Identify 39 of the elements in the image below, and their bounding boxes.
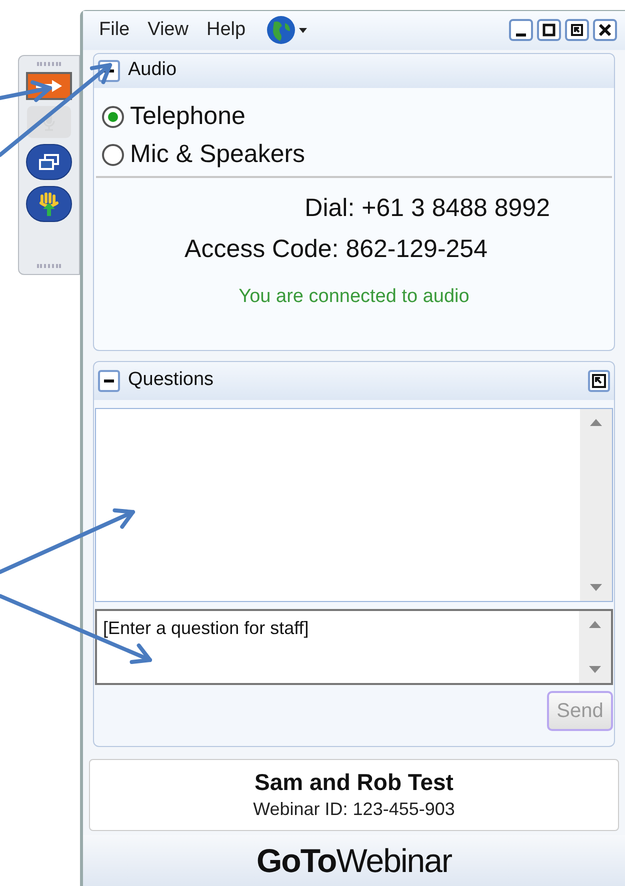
grip-handle[interactable] [37,264,61,268]
collapse-button[interactable] [98,370,120,392]
close-button[interactable] [593,19,617,42]
minimize-icon [515,33,527,38]
raise-hand-button[interactable] [26,186,72,222]
globe-icon [266,15,296,46]
radio-button[interactable] [102,106,124,128]
maximize-button[interactable] [537,19,561,42]
scroll-down-icon [589,666,601,673]
radio-label: Telephone [130,100,246,132]
language-menu[interactable] [266,15,307,46]
grip-handle[interactable] [37,62,61,66]
scroll-up-icon [589,620,601,628]
caret-icon [298,28,307,33]
raise-hand-icon [37,191,61,217]
menu-item[interactable]: View [148,16,188,45]
panel-title: Questions [128,368,214,392]
access-code: Access Code: 862-129-254 [184,234,488,266]
scroll-up-icon [590,418,602,426]
arrow-icon [34,79,64,93]
windows-button[interactable] [26,144,72,180]
scroll-down-icon [590,584,602,591]
pop-out-button[interactable] [588,370,610,392]
panel-title: Audio [128,58,177,82]
radio-label: Mic & Speakers [130,138,306,170]
radio-button[interactable] [102,144,124,166]
dial-number: Dial: +61 3 8488 8992 [304,192,550,224]
webinar-title: Sam and Rob Test [254,768,454,796]
scrollbar[interactable] [579,610,611,683]
webinar-id: Webinar ID: 123-455-903 [253,798,455,821]
menu-item[interactable]: Help [206,16,246,45]
pop-out-icon [592,374,606,388]
logo: GoToWebinar [256,840,452,881]
windows-icon [38,154,60,170]
scrollbar[interactable] [580,408,612,601]
menu-item[interactable]: File [99,16,130,45]
status-message: You are connected to audio [238,284,470,309]
minimize-button[interactable] [509,19,533,42]
restore-button[interactable] [565,19,589,42]
